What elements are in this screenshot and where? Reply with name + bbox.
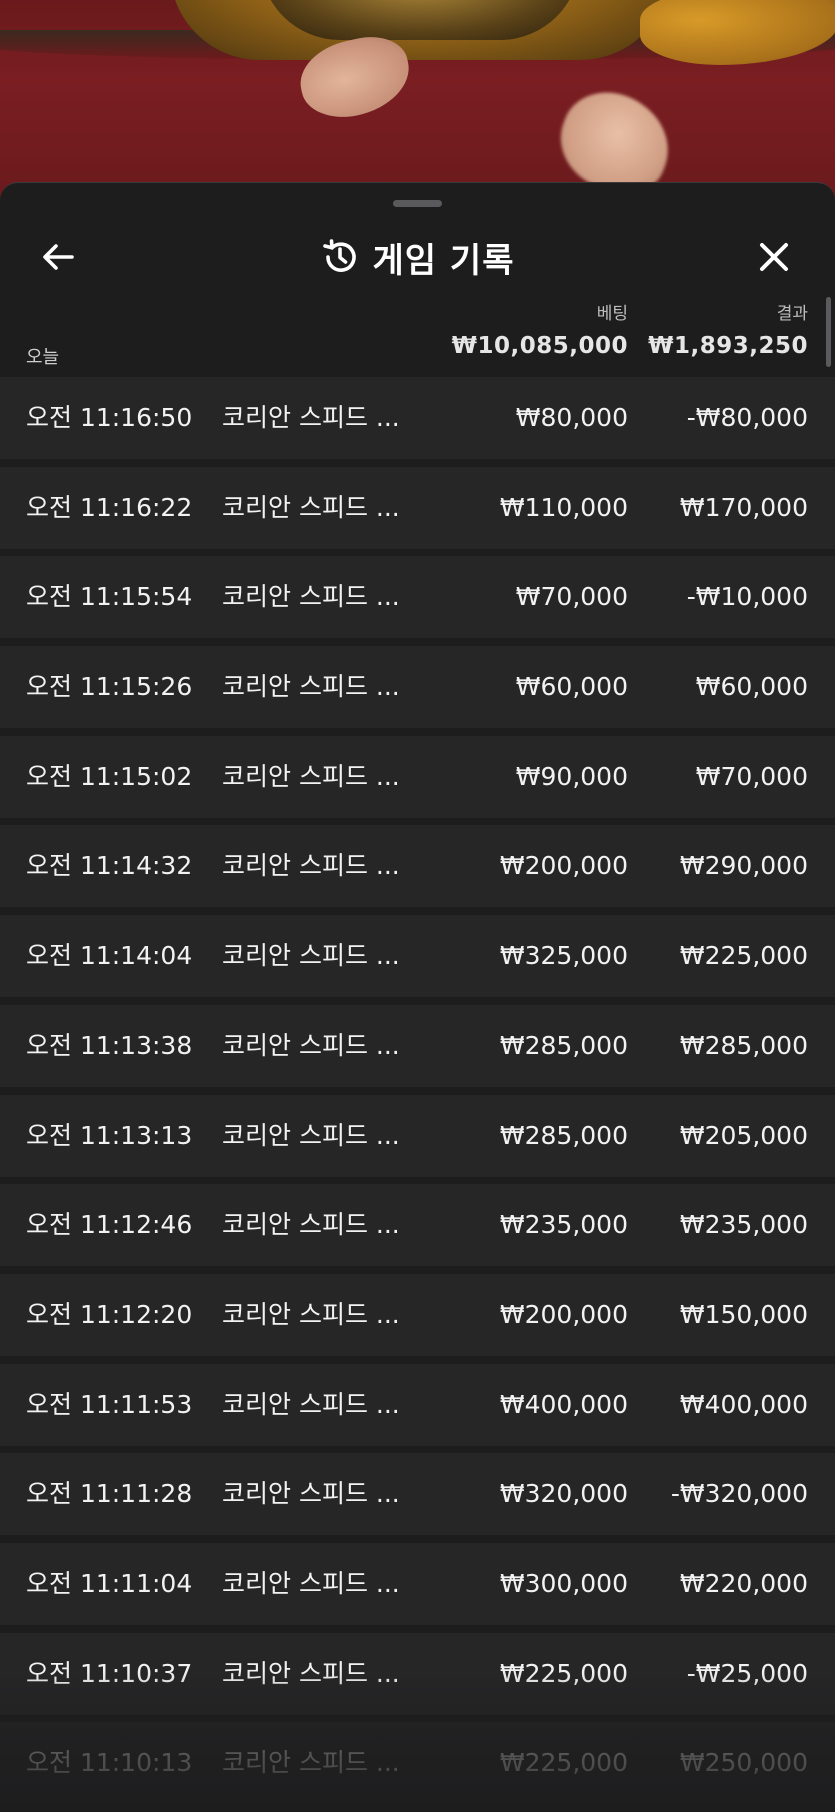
- row-time: 오전 11:15:02: [26, 761, 193, 791]
- row-result-amount: -₩80,000: [686, 403, 808, 432]
- row-bet-amount: ₩400,000: [499, 1389, 628, 1419]
- row-time: 오전 11:11:04: [26, 1568, 193, 1598]
- row-time: 오전 11:16:50: [26, 403, 193, 432]
- game-history-sheet: 게임 기록 베팅 결과 오늘 ₩10,085,000 ₩1,893,250 오전…: [0, 182, 835, 1811]
- row-result-amount: -₩320,000: [670, 1479, 808, 1509]
- row-time: 오전 11:16:22: [26, 492, 193, 522]
- sheet-grabber[interactable]: [393, 200, 442, 207]
- history-row[interactable]: 오전 11:14:32 코리안 스피드 ... ₩200,000 ₩290,000: [0, 825, 835, 908]
- row-time: 오전 11:14:32: [26, 851, 193, 881]
- row-game-name: 코리안 스피드 ...: [222, 403, 400, 432]
- total-result: ₩1,893,250: [648, 333, 808, 359]
- row-bet-amount: ₩225,000: [499, 1748, 628, 1778]
- row-game-name: 코리안 스피드 ...: [222, 492, 400, 522]
- history-row[interactable]: 오전 11:10:37 코리안 스피드 ... ₩225,000 -₩25,000: [0, 1632, 835, 1715]
- row-bet-amount: ₩300,000: [499, 1568, 628, 1598]
- scrollbar-thumb[interactable]: [826, 297, 831, 367]
- row-bet-amount: ₩70,000: [515, 582, 628, 612]
- sheet-title: 게임 기록: [372, 240, 515, 281]
- row-bet-amount: ₩320,000: [499, 1479, 628, 1509]
- column-label-bet: 베팅: [596, 304, 628, 324]
- row-time: 오전 11:14:04: [26, 941, 193, 971]
- row-game-name: 코리안 스피드 ...: [222, 1479, 400, 1509]
- row-time: 오전 11:12:20: [26, 1299, 193, 1329]
- row-result-amount: ₩225,000: [679, 941, 808, 971]
- history-row[interactable]: 오전 11:15:54 코리안 스피드 ... ₩70,000 -₩10,000: [0, 556, 835, 639]
- history-row[interactable]: 오전 11:10:13 코리안 스피드 ... ₩225,000 ₩250,000: [0, 1722, 835, 1805]
- row-result-amount: -₩10,000: [686, 582, 808, 612]
- close-icon: [760, 243, 788, 271]
- history-row[interactable]: 오전 11:11:04 코리안 스피드 ... ₩300,000 ₩220,000: [0, 1542, 835, 1625]
- column-label-result: 결과: [776, 304, 808, 324]
- row-game-name: 코리안 스피드 ...: [222, 1658, 400, 1688]
- row-result-amount: ₩235,000: [679, 1210, 808, 1240]
- history-row[interactable]: 오전 11:15:02 코리안 스피드 ... ₩90,000 ₩70,000: [0, 735, 835, 818]
- row-game-name: 코리안 스피드 ...: [222, 761, 400, 791]
- row-bet-amount: ₩200,000: [499, 851, 628, 881]
- row-result-amount: ₩400,000: [679, 1389, 808, 1419]
- row-time: 오전 11:15:26: [26, 672, 193, 702]
- row-game-name: 코리안 스피드 ...: [222, 672, 400, 702]
- row-time: 오전 11:10:37: [26, 1658, 193, 1688]
- row-result-amount: -₩25,000: [686, 1658, 808, 1688]
- row-time: 오전 11:15:54: [26, 582, 193, 612]
- row-time: 오전 11:13:13: [26, 1120, 193, 1150]
- row-result-amount: ₩250,000: [679, 1748, 808, 1778]
- row-game-name: 코리안 스피드 ...: [222, 1299, 400, 1329]
- total-bet: ₩10,085,000: [451, 333, 628, 359]
- row-bet-amount: ₩235,000: [499, 1210, 628, 1240]
- row-time: 오전 11:11:28: [26, 1479, 193, 1509]
- row-game-name: 코리안 스피드 ...: [222, 1389, 400, 1419]
- history-list: 오전 11:16:50 코리안 스피드 ... ₩80,000 -₩80,000 오전 …: [0, 377, 835, 1812]
- history-clock-icon: [322, 239, 356, 272]
- row-time: 오전 11:12:46: [26, 1210, 193, 1240]
- sheet-header: 게임 기록: [0, 221, 835, 291]
- row-game-name: 코리안 스피드 ...: [222, 851, 400, 881]
- row-bet-amount: ₩80,000: [515, 403, 628, 432]
- row-time: 오전 11:13:38: [26, 1030, 193, 1060]
- history-row[interactable]: 오전 11:14:04 코리안 스피드 ... ₩325,000 ₩225,000: [0, 915, 835, 998]
- row-result-amount: ₩220,000: [679, 1568, 808, 1598]
- history-row[interactable]: 오전 11:13:38 코리안 스피드 ... ₩285,000 ₩285,000: [0, 1004, 835, 1087]
- group-label-today: 오늘: [26, 347, 60, 368]
- row-game-name: 코리안 스피드 ...: [222, 582, 400, 612]
- row-game-name: 코리안 스피드 ...: [222, 1120, 400, 1150]
- dealer-sleeve: [640, 0, 835, 65]
- live-video-background: [0, 0, 835, 200]
- row-time: 오전 11:11:53: [26, 1389, 193, 1419]
- close-button[interactable]: [752, 235, 796, 279]
- row-result-amount: ₩285,000: [679, 1030, 808, 1060]
- row-bet-amount: ₩200,000: [499, 1299, 628, 1329]
- row-time: 오전 11:10:13: [26, 1748, 193, 1778]
- sheet-title-group: 게임 기록: [0, 235, 835, 281]
- row-result-amount: ₩290,000: [679, 851, 808, 881]
- history-row[interactable]: 오전 11:11:53 코리안 스피드 ... ₩400,000 ₩400,000: [0, 1363, 835, 1446]
- history-row[interactable]: 오전 11:15:26 코리안 스피드 ... ₩60,000 ₩60,000: [0, 646, 835, 729]
- row-bet-amount: ₩90,000: [515, 761, 628, 791]
- row-game-name: 코리안 스피드 ...: [222, 941, 400, 971]
- row-result-amount: ₩170,000: [679, 492, 808, 522]
- row-result-amount: ₩150,000: [679, 1299, 808, 1329]
- row-game-name: 코리안 스피드 ...: [222, 1748, 400, 1778]
- history-row[interactable]: 오전 11:16:22 코리안 스피드 ... ₩110,000 ₩170,000: [0, 466, 835, 549]
- row-game-name: 코리안 스피드 ...: [222, 1210, 400, 1240]
- history-row[interactable]: 오전 11:16:50 코리안 스피드 ... ₩80,000 -₩80,000: [0, 377, 835, 459]
- row-result-amount: ₩70,000: [695, 761, 808, 791]
- history-summary: 베팅 결과 오늘 ₩10,085,000 ₩1,893,250: [0, 293, 835, 373]
- history-row[interactable]: 오전 11:11:28 코리안 스피드 ... ₩320,000 -₩320,000: [0, 1453, 835, 1536]
- row-bet-amount: ₩60,000: [515, 672, 628, 702]
- row-bet-amount: ₩285,000: [499, 1120, 628, 1150]
- row-game-name: 코리안 스피드 ...: [222, 1568, 400, 1598]
- row-result-amount: ₩60,000: [695, 672, 808, 702]
- row-bet-amount: ₩225,000: [499, 1658, 628, 1688]
- row-bet-amount: ₩110,000: [499, 492, 628, 522]
- row-bet-amount: ₩325,000: [499, 941, 628, 971]
- row-result-amount: ₩205,000: [679, 1120, 808, 1150]
- history-row[interactable]: 오전 11:12:46 코리안 스피드 ... ₩235,000 ₩235,000: [0, 1184, 835, 1267]
- row-bet-amount: ₩285,000: [499, 1030, 628, 1060]
- history-row[interactable]: 오전 11:12:20 코리안 스피드 ... ₩200,000 ₩150,000: [0, 1273, 835, 1356]
- row-game-name: 코리안 스피드 ...: [222, 1030, 400, 1060]
- history-row[interactable]: 오전 11:13:13 코리안 스피드 ... ₩285,000 ₩205,000: [0, 1094, 835, 1177]
